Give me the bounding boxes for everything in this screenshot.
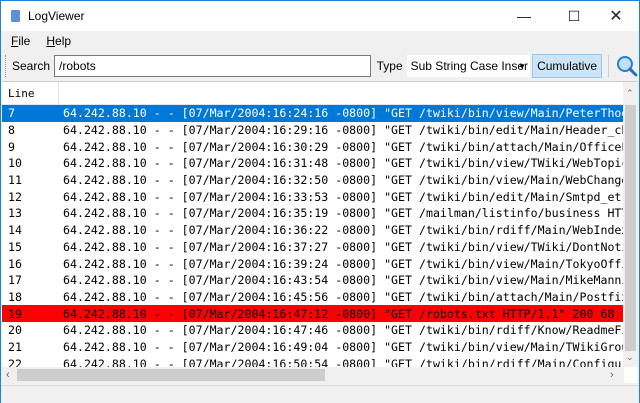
row-text: 64.242.88.10 - - [07/Mar/2004:16:50:54 -… xyxy=(63,357,624,367)
scroll-right-icon[interactable]: › xyxy=(610,369,614,381)
row-line-number: 20 xyxy=(2,323,63,337)
scroll-left-icon[interactable]: ‹ xyxy=(6,369,10,381)
horizontal-scrollbar[interactable]: ‹ › xyxy=(2,367,624,383)
row-line-number: 14 xyxy=(2,223,63,237)
log-row[interactable]: 1664.242.88.10 - - [07/Mar/2004:16:39:24… xyxy=(2,255,624,272)
toolbar-separator xyxy=(608,55,609,77)
log-row[interactable]: 1964.242.88.10 - - [07/Mar/2004:16:47:12… xyxy=(2,305,624,322)
row-text: 64.242.88.10 - - [07/Mar/2004:16:45:56 -… xyxy=(63,290,624,304)
column-header-line[interactable]: Line xyxy=(2,82,59,105)
row-text: 64.242.88.10 - - [07/Mar/2004:16:43:54 -… xyxy=(63,273,624,287)
row-text: 64.242.88.10 - - [07/Mar/2004:16:36:22 -… xyxy=(63,223,624,237)
close-button[interactable]: ✕ xyxy=(593,1,639,31)
row-text: 64.242.88.10 - - [07/Mar/2004:16:39:24 -… xyxy=(63,257,624,271)
type-select-value: Sub String Case Inser xyxy=(411,59,528,73)
row-text: 64.242.88.10 - - [07/Mar/2004:16:35:19 -… xyxy=(63,206,624,220)
toolbar: Search Type Sub String Case Inser ▼ Cumu… xyxy=(1,52,639,80)
menu-bar: File Help xyxy=(1,31,639,51)
row-text: 64.242.88.10 - - [07/Mar/2004:16:47:46 -… xyxy=(63,323,624,337)
row-text: 64.242.88.10 - - [07/Mar/2004:16:31:48 -… xyxy=(63,156,624,170)
row-text: 64.242.88.10 - - [07/Mar/2004:16:49:04 -… xyxy=(63,340,624,354)
row-line-number: 18 xyxy=(2,290,63,304)
log-row[interactable]: 1764.242.88.10 - - [07/Mar/2004:16:43:54… xyxy=(2,272,624,289)
row-line-number: 7 xyxy=(2,106,63,120)
horizontal-scroll-thumb[interactable] xyxy=(17,369,325,381)
log-row[interactable]: 864.242.88.10 - - [07/Mar/2004:16:29:16 … xyxy=(2,122,624,139)
row-line-number: 8 xyxy=(2,123,63,137)
log-row[interactable]: 2064.242.88.10 - - [07/Mar/2004:16:47:46… xyxy=(2,322,624,339)
row-line-number: 19 xyxy=(2,307,63,321)
log-row[interactable]: 2264.242.88.10 - - [07/Mar/2004:16:50:54… xyxy=(2,355,624,367)
log-row[interactable]: 764.242.88.10 - - [07/Mar/2004:16:24:16 … xyxy=(2,105,624,122)
cumulative-toggle[interactable]: Cumulative xyxy=(532,54,602,78)
search-label: Search xyxy=(12,59,50,73)
row-line-number: 11 xyxy=(2,173,63,187)
log-row[interactable]: 1064.242.88.10 - - [07/Mar/2004:16:31:48… xyxy=(2,155,624,172)
window-title: LogViewer xyxy=(28,9,84,23)
row-line-number: 10 xyxy=(2,156,63,170)
scroll-down-icon[interactable]: ⌄ xyxy=(626,352,634,363)
toolbar-grip[interactable] xyxy=(5,55,8,77)
menu-file[interactable]: File xyxy=(11,34,30,48)
log-row[interactable]: 1364.242.88.10 - - [07/Mar/2004:16:35:19… xyxy=(2,205,624,222)
menu-help[interactable]: Help xyxy=(46,34,71,48)
vertical-scroll-thumb[interactable] xyxy=(625,105,636,351)
minimize-button[interactable]: — xyxy=(501,1,547,31)
row-line-number: 17 xyxy=(2,273,63,287)
log-grid: Line 764.242.88.10 - - [07/Mar/2004:16:2… xyxy=(2,81,638,383)
row-text: 64.242.88.10 - - [07/Mar/2004:16:24:16 -… xyxy=(63,106,624,120)
log-row[interactable]: 1864.242.88.10 - - [07/Mar/2004:16:45:56… xyxy=(2,289,624,306)
row-text: 64.242.88.10 - - [07/Mar/2004:16:47:12 -… xyxy=(63,307,614,321)
log-rows: 764.242.88.10 - - [07/Mar/2004:16:24:16 … xyxy=(2,105,624,367)
log-row[interactable]: 1264.242.88.10 - - [07/Mar/2004:16:33:53… xyxy=(2,188,624,205)
log-row[interactable]: 1564.242.88.10 - - [07/Mar/2004:16:37:27… xyxy=(2,239,624,256)
vertical-scrollbar[interactable]: ⌃ ⌄ xyxy=(623,82,638,367)
log-row[interactable]: 964.242.88.10 - - [07/Mar/2004:16:30:29 … xyxy=(2,138,624,155)
row-line-number: 16 xyxy=(2,257,63,271)
row-text: 64.242.88.10 - - [07/Mar/2004:16:30:29 -… xyxy=(63,140,624,154)
app-icon xyxy=(11,10,20,22)
row-text: 64.242.88.10 - - [07/Mar/2004:16:33:53 -… xyxy=(63,190,624,204)
row-line-number: 22 xyxy=(2,357,63,367)
row-text: 64.242.88.10 - - [07/Mar/2004:16:32:50 -… xyxy=(63,173,624,187)
type-label: Type xyxy=(377,59,403,73)
search-input[interactable] xyxy=(54,55,371,77)
row-line-number: 13 xyxy=(2,206,63,220)
chevron-down-icon: ▼ xyxy=(518,62,526,71)
row-line-number: 12 xyxy=(2,190,63,204)
title-bar: LogViewer — ☐ ✕ xyxy=(1,1,639,31)
search-icon[interactable] xyxy=(615,54,639,78)
type-select[interactable]: Sub String Case Inser ▼ xyxy=(407,55,530,77)
maximize-button[interactable]: ☐ xyxy=(551,1,597,31)
log-row[interactable]: 1164.242.88.10 - - [07/Mar/2004:16:32:50… xyxy=(2,172,624,189)
status-bar xyxy=(1,385,639,403)
scroll-up-icon[interactable]: ⌃ xyxy=(626,88,634,99)
log-row[interactable]: 1464.242.88.10 - - [07/Mar/2004:16:36:22… xyxy=(2,222,624,239)
row-text: 64.242.88.10 - - [07/Mar/2004:16:37:27 -… xyxy=(63,240,624,254)
row-line-number: 21 xyxy=(2,340,63,354)
log-row[interactable]: 2164.242.88.10 - - [07/Mar/2004:16:49:04… xyxy=(2,339,624,356)
row-text: 64.242.88.10 - - [07/Mar/2004:16:29:16 -… xyxy=(63,123,624,137)
row-line-number: 9 xyxy=(2,140,63,154)
row-line-number: 15 xyxy=(2,240,63,254)
grid-header: Line xyxy=(2,82,638,105)
